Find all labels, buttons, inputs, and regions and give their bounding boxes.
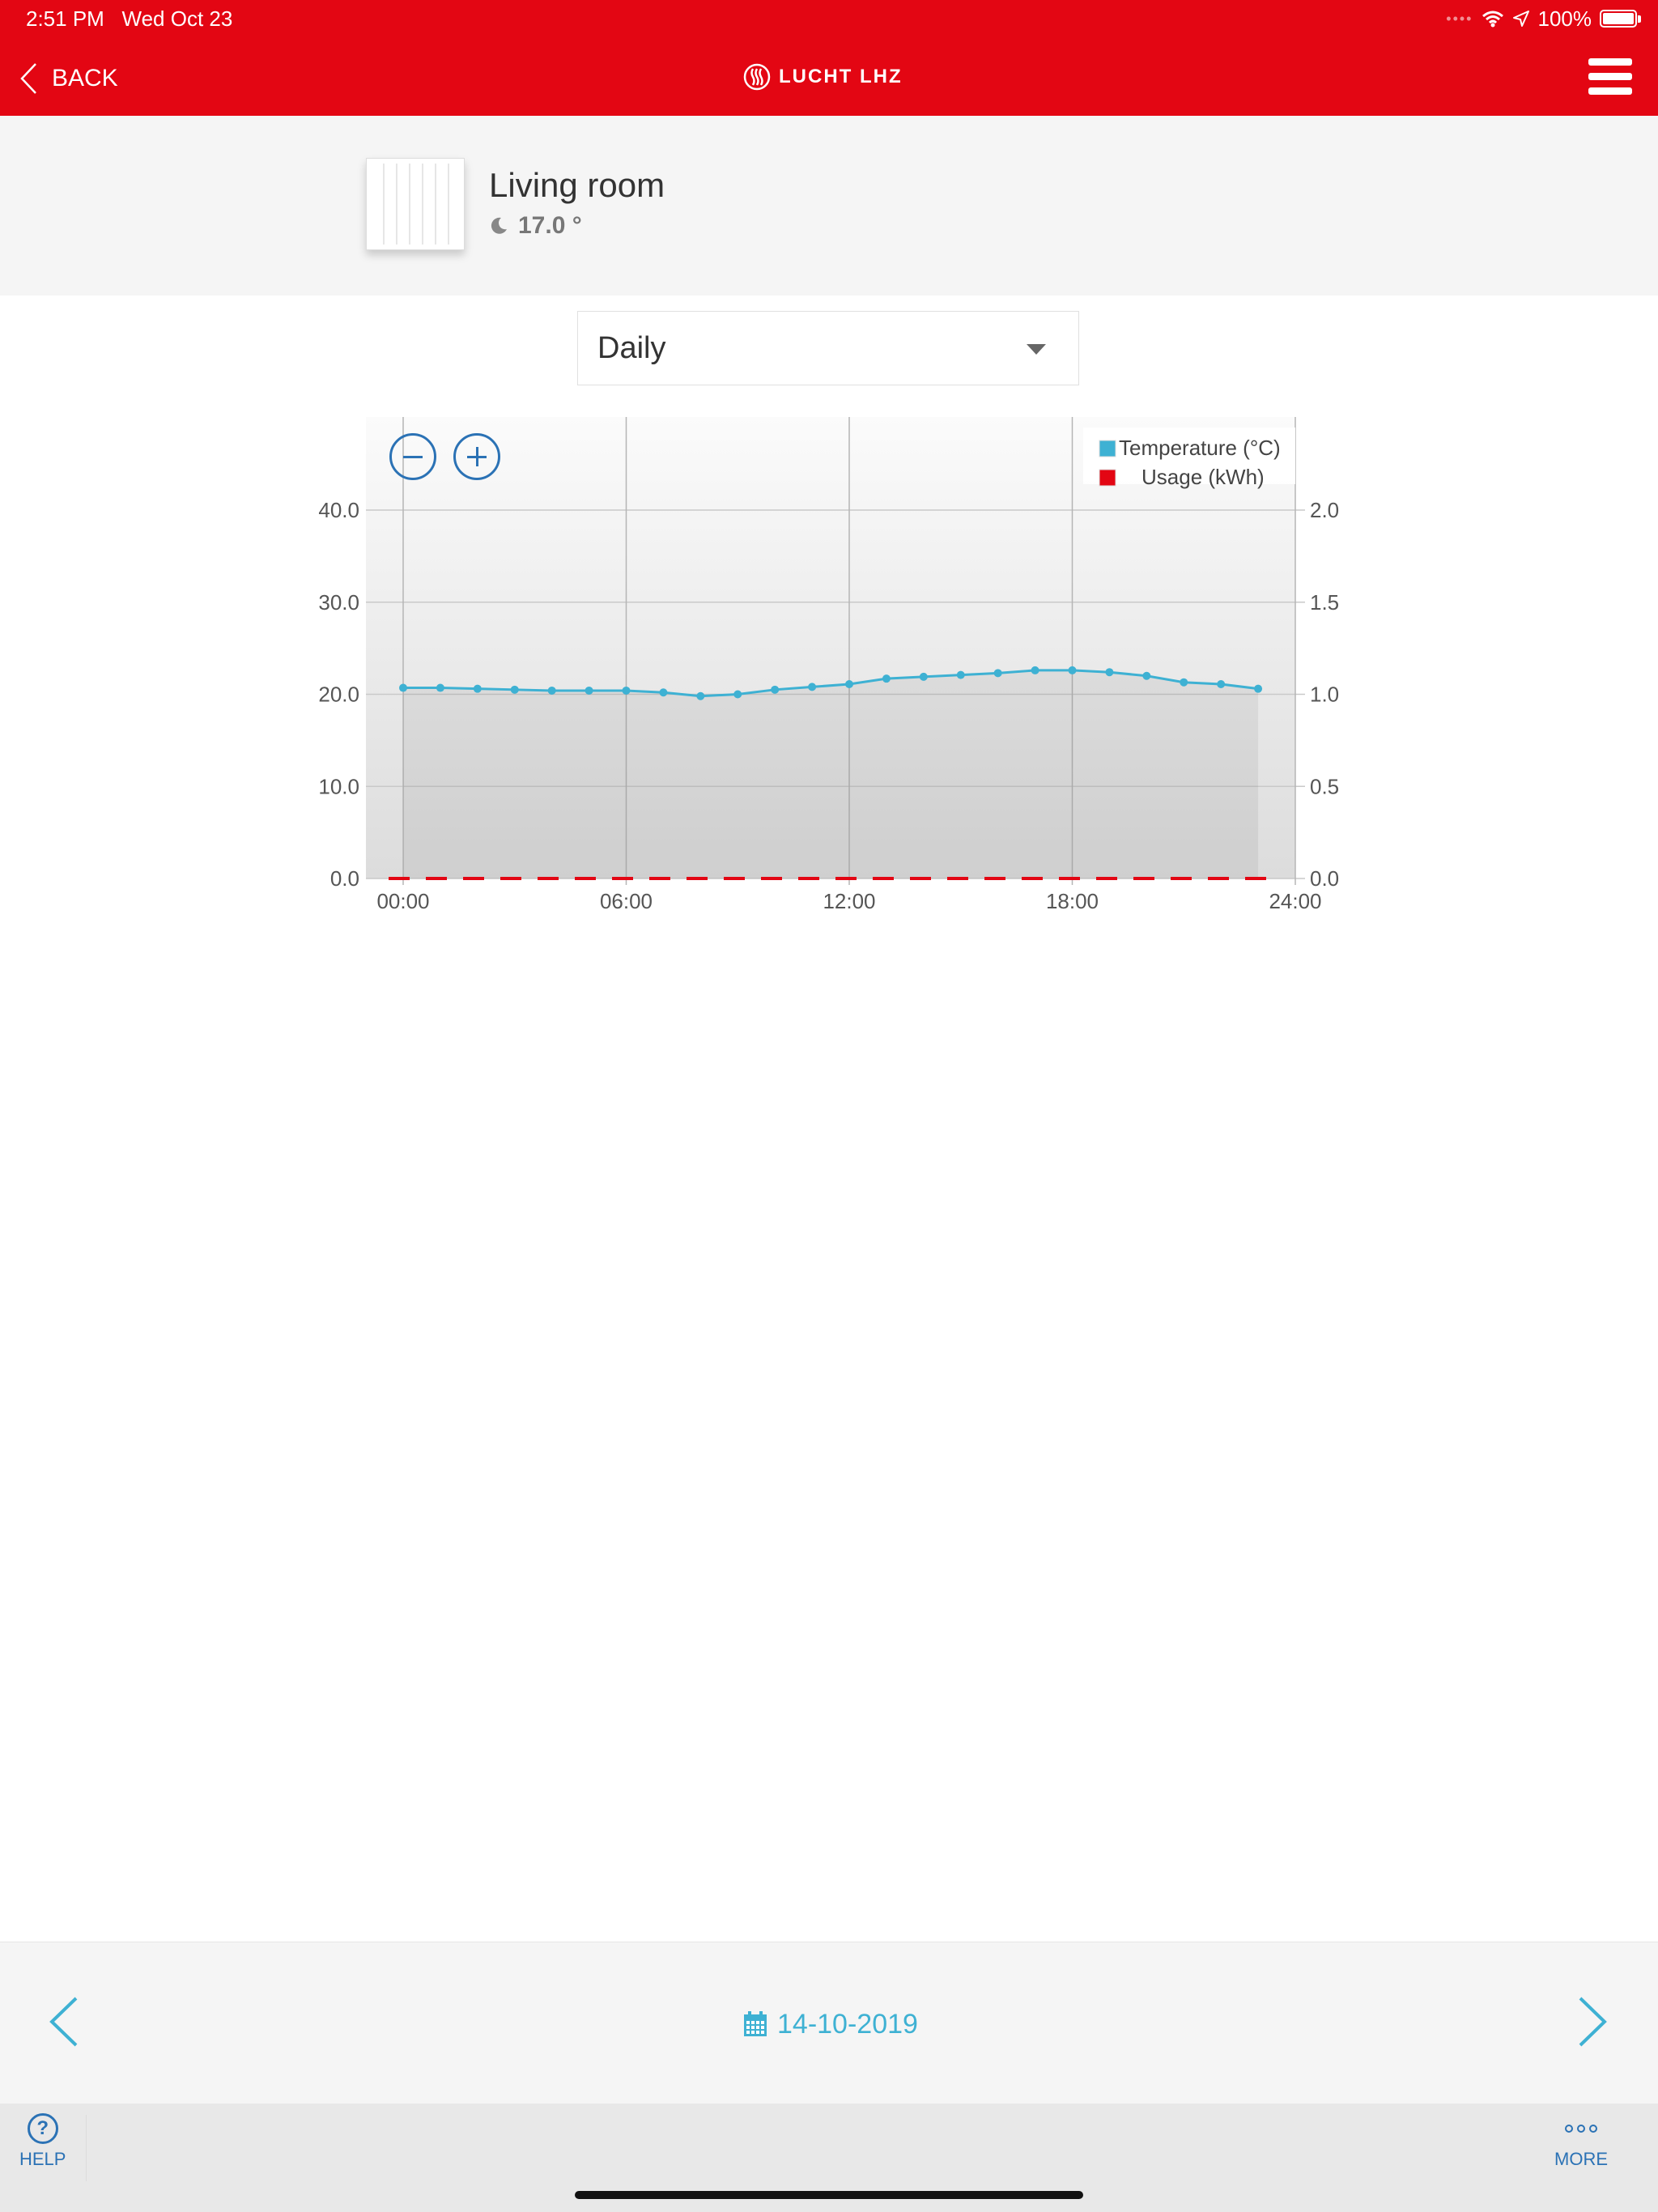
help-tab[interactable]: ? HELP — [19, 2113, 66, 2170]
y-left-tick-label: 30.0 — [318, 590, 359, 615]
y-right-tick-label: 1.5 — [1310, 590, 1339, 615]
x-tick-label: 18:00 — [1046, 889, 1099, 913]
date-picker-button[interactable]: 14-10-2019 — [743, 2008, 918, 2040]
x-tick-label: 06:00 — [600, 889, 653, 913]
tab-divider — [86, 2115, 87, 2181]
y-left-tick-label: 0.0 — [330, 866, 359, 891]
temperature-data-point — [436, 683, 444, 692]
x-tick-label: 24:00 — [1269, 889, 1321, 913]
next-day-button[interactable] — [1574, 1993, 1613, 2050]
temperature-data-point — [1180, 678, 1188, 687]
temperature-data-point — [1217, 679, 1226, 688]
temperature-data-point — [659, 688, 668, 697]
temperature-data-point — [771, 685, 780, 694]
temperature-data-point — [919, 672, 928, 681]
zoom-in-button[interactable] — [453, 433, 500, 480]
temperature-usage-chart: 0.0 10.0 20.0 30.0 40.0 0.0 0.5 1.0 1.5 2.0 00:00 0… — [318, 417, 1339, 913]
help-icon: ? — [27, 2113, 58, 2144]
more-label: MORE — [1554, 2149, 1608, 2169]
temperature-data-point — [882, 674, 891, 683]
temperature-data-point — [696, 691, 705, 700]
temperature-data-point — [473, 684, 482, 693]
more-icon — [1565, 2113, 1597, 2144]
selected-date: 14-10-2019 — [777, 2008, 918, 2040]
more-tab[interactable]: MORE — [1554, 2113, 1608, 2170]
temperature-area — [403, 670, 1259, 878]
temperature-data-point — [1068, 666, 1077, 674]
x-tick-label: 00:00 — [376, 889, 429, 913]
temperature-data-point — [1031, 666, 1039, 674]
temperature-data-point — [622, 686, 631, 695]
temperature-data-point — [956, 670, 965, 679]
temperature-data-point — [808, 683, 817, 691]
legend-label: Usage (kWh) — [1141, 465, 1265, 489]
temperature-data-point — [585, 686, 593, 695]
temperature-data-point — [993, 669, 1002, 678]
temperature-data-point — [547, 686, 556, 695]
help-label: HELP — [19, 2149, 66, 2169]
temperature-data-point — [733, 690, 742, 699]
legend-swatch — [1099, 440, 1116, 457]
y-left-tick-label: 40.0 — [318, 498, 359, 522]
y-right-tick-label: 0.0 — [1310, 866, 1339, 891]
temperature-data-point — [1254, 684, 1263, 693]
home-indicator — [575, 2191, 1083, 2199]
legend-swatch — [1099, 469, 1116, 487]
legend-label: Temperature (°C) — [1119, 436, 1281, 460]
temperature-data-point — [399, 683, 407, 692]
calendar-icon — [744, 2011, 767, 2036]
y-right-tick-label: 0.5 — [1310, 774, 1339, 798]
x-tick-label: 12:00 — [823, 889, 875, 913]
temperature-data-point — [845, 679, 853, 688]
temperature-data-point — [510, 685, 519, 694]
y-left-tick-label: 20.0 — [318, 683, 359, 707]
temperature-data-point — [1142, 671, 1151, 680]
prev-day-button[interactable] — [44, 1993, 83, 2050]
y-left-tick-label: 10.0 — [318, 774, 359, 798]
y-right-tick-label: 1.0 — [1310, 683, 1339, 707]
zoom-out-button[interactable] — [389, 433, 436, 480]
y-right-tick-label: 2.0 — [1310, 498, 1339, 522]
temperature-data-point — [1105, 668, 1114, 677]
